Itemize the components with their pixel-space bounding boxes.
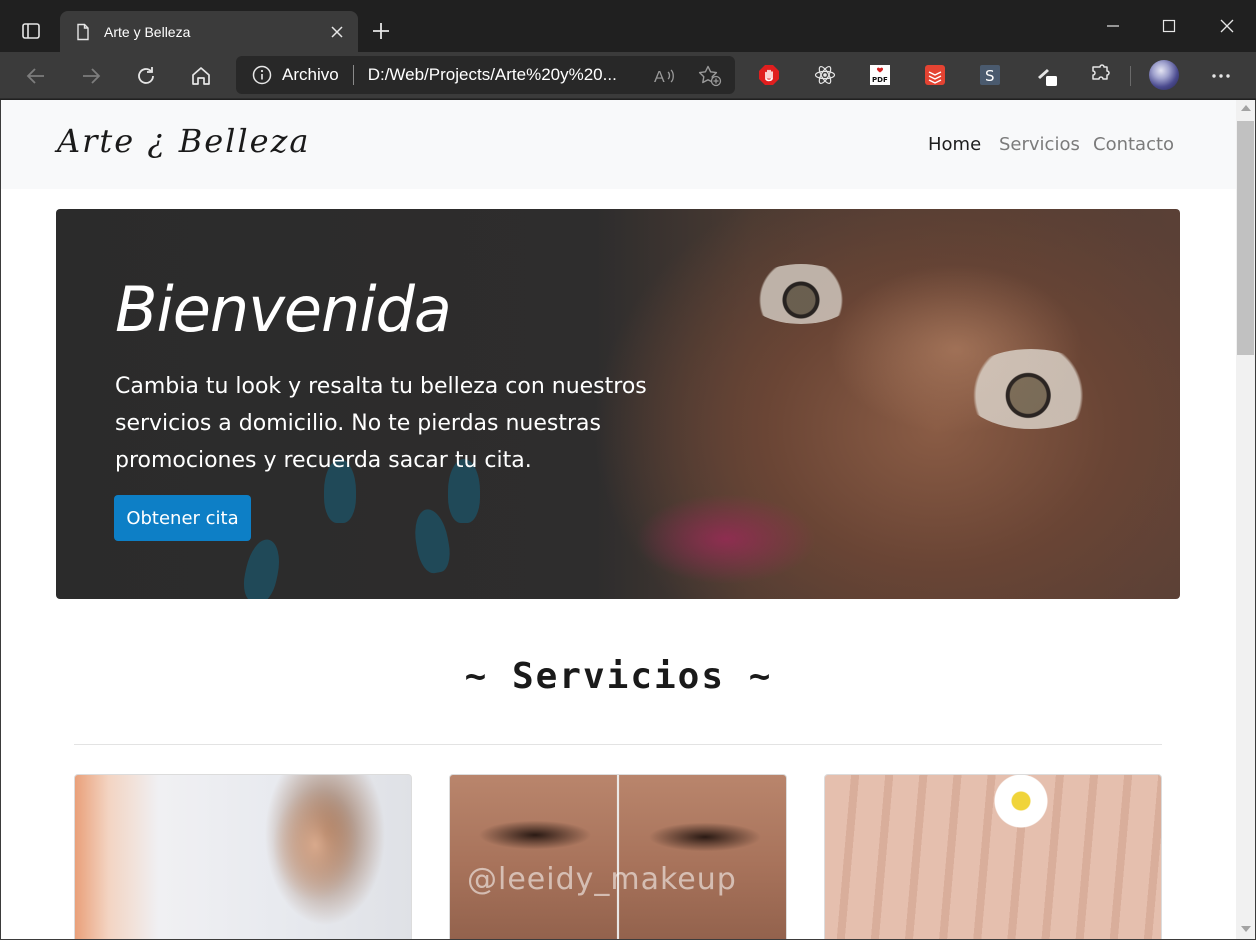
browser-tab-bar: Arte y Belleza xyxy=(0,0,1256,52)
address-separator xyxy=(352,65,354,85)
site-navbar: Arte ¿ Belleza Home Servicios Contacto xyxy=(1,100,1236,189)
section-divider xyxy=(74,744,1162,745)
hero-image-nail xyxy=(239,536,285,599)
read-aloud-icon[interactable]: A xyxy=(654,66,676,86)
nav-services-link[interactable]: Servicios xyxy=(999,134,1080,155)
home-icon[interactable] xyxy=(185,60,217,92)
back-icon[interactable] xyxy=(20,60,52,92)
profile-avatar[interactable] xyxy=(1149,60,1179,90)
s-icon[interactable]: S xyxy=(978,63,1002,87)
service-card-makeup[interactable] xyxy=(74,774,412,939)
stop-hand-icon[interactable] xyxy=(757,63,781,87)
svg-text:A: A xyxy=(654,69,665,86)
hero-image-nail xyxy=(410,506,454,576)
service-card-eyebrows[interactable] xyxy=(449,774,787,939)
refresh-icon[interactable] xyxy=(130,60,162,92)
pdf-icon[interactable]: PDF xyxy=(868,63,892,87)
hero-image-eye xyxy=(746,264,856,324)
new-tab-icon[interactable] xyxy=(368,18,394,44)
toolbar-divider xyxy=(1130,66,1131,86)
image-watermark: @leeidy_makeup xyxy=(467,862,737,897)
address-url[interactable]: D:/Web/Projects/Arte%20y%20... xyxy=(368,65,626,85)
minimize-icon[interactable] xyxy=(1096,10,1130,42)
s-icon-label: S xyxy=(985,67,995,85)
nav-home-link[interactable]: Home xyxy=(928,134,981,155)
site-brand[interactable]: Arte ¿ Belleza xyxy=(57,122,311,160)
scroll-down-arrow-icon[interactable] xyxy=(1241,926,1251,932)
service-card-nails[interactable] xyxy=(824,774,1162,939)
browser-toolbar: Archivo D:/Web/Projects/Arte%20y%20... A… xyxy=(0,52,1256,99)
pdf-icon-label: PDF xyxy=(872,76,888,84)
close-tab-icon[interactable] xyxy=(328,23,346,41)
hero-title: Bienvenida xyxy=(115,273,452,346)
window-border xyxy=(0,100,1,940)
active-tab[interactable]: Arte y Belleza xyxy=(60,11,358,52)
scroll-up-arrow-icon[interactable] xyxy=(1241,105,1251,111)
services-heading: ~ Servicios ~ xyxy=(464,656,773,697)
pen-icon[interactable] xyxy=(1035,63,1059,87)
react-icon[interactable] xyxy=(813,63,837,87)
page-viewport: Arte ¿ Belleza Home Servicios Contacto B… xyxy=(1,100,1236,939)
document-icon xyxy=(74,23,92,41)
tab-title: Arte y Belleza xyxy=(104,23,191,40)
tab-actions-icon[interactable] xyxy=(14,16,48,46)
page-scrollbar[interactable] xyxy=(1236,100,1255,939)
address-bar[interactable]: Archivo D:/Web/Projects/Arte%20y%20... A xyxy=(236,56,735,94)
scroll-thumb[interactable] xyxy=(1237,121,1254,355)
site-info-icon[interactable] xyxy=(252,65,272,85)
maximize-icon[interactable] xyxy=(1152,10,1186,42)
extensions-icon[interactable] xyxy=(1088,63,1112,87)
nav-contact-link[interactable]: Contacto xyxy=(1093,134,1174,155)
hero-banner: Bienvenida Cambia tu look y resalta tu b… xyxy=(56,209,1180,599)
hero-image-eye xyxy=(961,349,1101,429)
forward-icon[interactable] xyxy=(75,60,107,92)
todoist-icon[interactable] xyxy=(923,63,947,87)
more-options-icon[interactable] xyxy=(1206,61,1236,91)
close-window-icon[interactable] xyxy=(1210,10,1244,42)
address-scheme: Archivo xyxy=(282,65,339,84)
get-appointment-button[interactable]: Obtener cita xyxy=(114,495,251,541)
add-favorite-icon[interactable] xyxy=(698,65,722,87)
hero-description: Cambia tu look y resalta tu belleza con … xyxy=(115,374,647,473)
